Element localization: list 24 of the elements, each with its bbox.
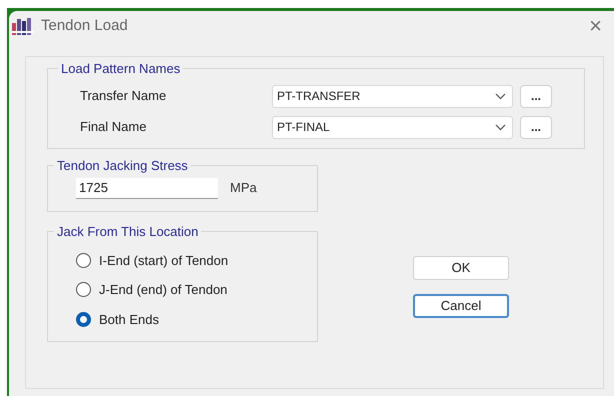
- unit-label: MPa: [230, 179, 257, 198]
- group-title: Jack From This Location: [56, 223, 200, 241]
- radio-button[interactable]: [76, 312, 91, 327]
- ok-button[interactable]: OK: [413, 256, 509, 280]
- radio-label: J-End (end) of Tendon: [99, 281, 228, 299]
- radio-label: I-End (start) of Tendon: [99, 252, 228, 270]
- radio-button[interactable]: [76, 282, 91, 298]
- chevron-down-icon: [495, 92, 506, 100]
- radio-button[interactable]: [76, 252, 91, 268]
- app-icon: [12, 17, 34, 35]
- field-label: Transfer Name: [80, 87, 168, 106]
- browse-button[interactable]: ...: [520, 116, 552, 138]
- field-label: Final Name: [80, 118, 148, 136]
- close-button[interactable]: ×: [589, 15, 602, 37]
- group-title: Tendon Jacking Stress: [56, 157, 189, 175]
- window-title: Tendon Load: [41, 16, 128, 36]
- radio-label: Both Ends: [99, 310, 159, 328]
- chevron-down-icon: [495, 124, 506, 130]
- group-title: Load Pattern Names: [60, 60, 182, 78]
- browse-button[interactable]: ...: [520, 84, 552, 108]
- cancel-button[interactable]: Cancel: [413, 294, 509, 318]
- stress-input[interactable]: 1725: [76, 178, 218, 198]
- dropdown[interactable]: PT-FINAL: [272, 116, 513, 138]
- dropdown[interactable]: PT-TRANSFER: [272, 84, 513, 108]
